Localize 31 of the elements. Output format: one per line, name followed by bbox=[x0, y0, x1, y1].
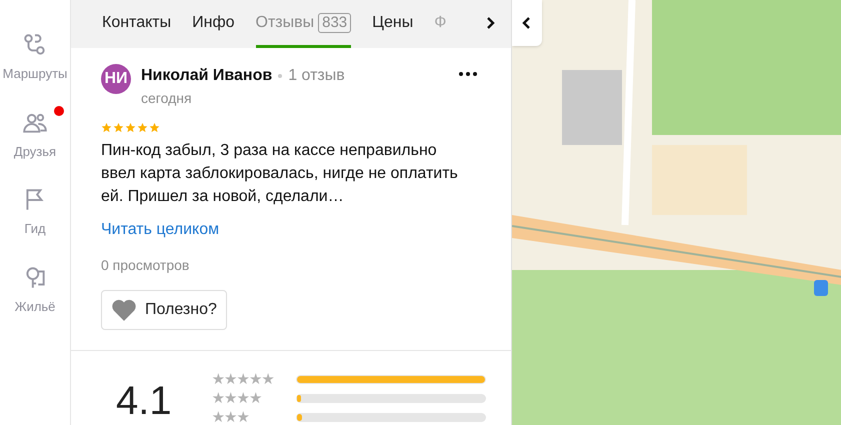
sidebar-item[interactable]: Жильё bbox=[6, 260, 64, 316]
star-icon bbox=[101, 122, 112, 133]
tab[interactable]: Инфо bbox=[192, 0, 235, 48]
heart-icon bbox=[111, 298, 137, 322]
chevron-right-icon bbox=[485, 16, 497, 30]
dots-icon bbox=[459, 72, 477, 76]
chevron-left-icon bbox=[522, 16, 532, 30]
star-icon bbox=[137, 122, 148, 133]
helpful-button[interactable]: Полезно? bbox=[101, 290, 227, 330]
collapse-panel-button[interactable] bbox=[512, 0, 542, 46]
sidebar-item[interactable]: Маршруты bbox=[0, 28, 76, 84]
read-more-link[interactable]: Читать целиком bbox=[101, 218, 220, 242]
rating-row-stars: ★★★ bbox=[212, 409, 249, 425]
star-icon bbox=[149, 122, 160, 133]
sidebar-item[interactable]: Друзья bbox=[6, 106, 64, 161]
author-review-count: 1 отзыв bbox=[288, 66, 345, 86]
review-text: Пин-код забыл, 3 раза на кассе неправильно ввел карта заблокировалась, нигде не оплатить ей. Пришел за новой, сделали… bbox=[101, 141, 459, 207]
rating-row-stars: ★★★★★ bbox=[212, 371, 274, 387]
review-date: сегодня bbox=[141, 89, 193, 108]
tab[interactable]: Цены bbox=[372, 0, 414, 48]
sidebar-item[interactable]: Гид bbox=[14, 183, 56, 238]
bullet-icon bbox=[278, 74, 282, 78]
rating-row-stars: ★★★★ bbox=[212, 390, 262, 406]
star-icon bbox=[113, 122, 124, 133]
avatar: НИ bbox=[101, 64, 131, 94]
author-name[interactable]: Николай Иванов bbox=[141, 64, 272, 88]
view-count: 0 просмотров bbox=[101, 256, 190, 275]
tab[interactable]: Отзывы 833 bbox=[256, 0, 352, 48]
rating-score: 4.1 bbox=[116, 381, 172, 421]
star-icon bbox=[125, 122, 136, 133]
tab[interactable]: Контакты bbox=[102, 0, 172, 48]
